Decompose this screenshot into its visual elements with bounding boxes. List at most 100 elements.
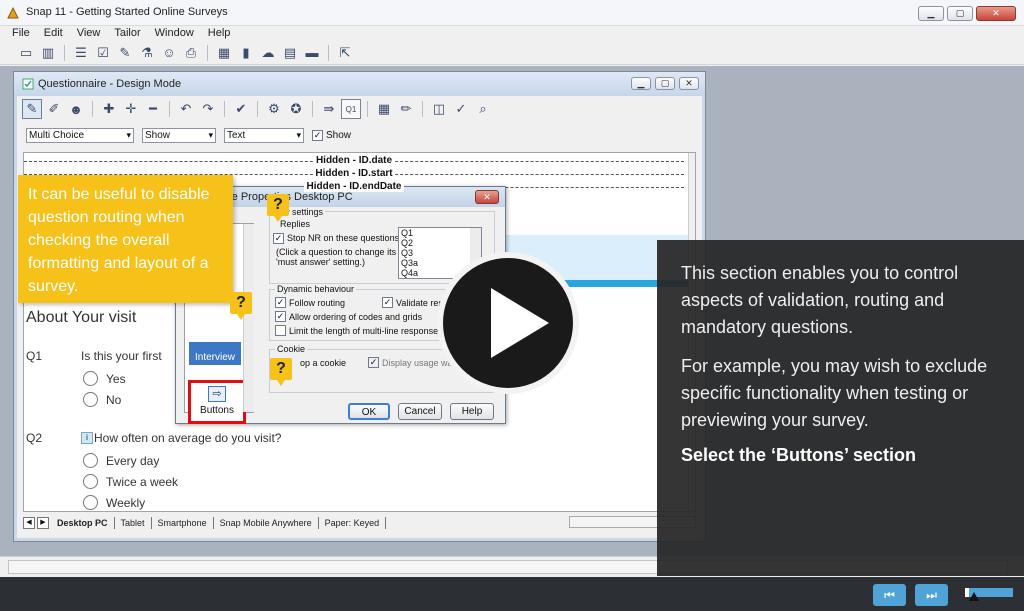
show-select[interactable]: Show <box>142 127 216 143</box>
play-button[interactable] <box>437 252 579 394</box>
narration-panel: This section enables you to control aspe… <box>657 240 1024 576</box>
follow-routing-checkbox[interactable]: ✓ <box>275 297 286 308</box>
routing-icon[interactable]: ⇛ <box>319 99 339 119</box>
spellcheck-icon[interactable]: ✓ <box>451 99 471 119</box>
questionnaire-icon <box>22 78 34 90</box>
open-folder-icon[interactable]: ▭ <box>16 43 36 63</box>
questionnaire-minimize-button[interactable]: ▁ <box>631 77 651 90</box>
category-interview[interactable]: Interview <box>189 342 241 365</box>
question-type-select[interactable]: Multi Choice <box>26 127 134 143</box>
questionnaire-maximize-button[interactable]: ▢ <box>655 77 675 90</box>
validate-responses-label: Validate res <box>396 298 443 308</box>
radio-option[interactable] <box>83 392 98 407</box>
maximize-button[interactable]: ▢ <box>947 6 973 21</box>
toolbar-separator <box>207 44 208 61</box>
style-icon[interactable]: ✪ <box>286 99 306 119</box>
hidden-variable-line[interactable]: Hidden - ID.date <box>24 155 684 167</box>
comment-icon[interactable]: ✎ <box>115 43 135 63</box>
preview-icon[interactable]: ◫ <box>429 99 449 119</box>
radio-option[interactable] <box>83 495 98 510</box>
text-select[interactable]: Text <box>224 127 304 143</box>
tab-smartphone[interactable]: Smartphone <box>152 517 214 529</box>
format-controls: Multi Choice Show Text ✓ Show <box>26 127 696 143</box>
export-icon[interactable]: ⇱ <box>335 43 355 63</box>
menu-file[interactable]: File <box>6 26 36 40</box>
menu-window[interactable]: Window <box>149 26 200 40</box>
highlighter-icon[interactable]: ✏ <box>396 99 416 119</box>
cancel-button[interactable]: Cancel <box>398 403 442 420</box>
ok-button[interactable]: OK <box>348 403 390 420</box>
radio-option[interactable] <box>83 474 98 489</box>
category-buttons[interactable]: ⇨ Buttons <box>188 380 246 424</box>
tab-paper-keyed[interactable]: Paper: Keyed <box>319 517 387 529</box>
print-icon[interactable]: ⎙ <box>181 43 201 63</box>
hotspot-question-icon[interactable]: ? <box>230 292 252 320</box>
lab-icon[interactable]: ⚗ <box>137 43 157 63</box>
library-icon[interactable]: ▥ <box>38 43 58 63</box>
question-text[interactable]: Is this your first <box>81 349 162 363</box>
progress-knob[interactable] <box>969 592 979 601</box>
hotspot-question-icon[interactable]: ? <box>270 358 292 386</box>
show-toggle[interactable]: ✓ Show <box>312 129 351 141</box>
tab-snap-mobile-anywhere[interactable]: Snap Mobile Anywhere <box>214 517 319 529</box>
list-item[interactable]: Q2 <box>401 238 481 248</box>
questionnaire-title-bar: Questionnaire - Design Mode ▁ ▢ ✕ <box>14 72 705 96</box>
insert-question-icon[interactable]: ✛ <box>121 99 141 119</box>
question-number-icon[interactable]: Q1 <box>341 99 361 119</box>
menu-help[interactable]: Help <box>202 26 237 40</box>
hotspot-question-icon[interactable]: ? <box>267 194 289 222</box>
next-slide-button[interactable]: ⏭ <box>915 584 948 606</box>
menu-view[interactable]: View <box>71 26 107 40</box>
properties-icon[interactable]: ⚙ <box>264 99 284 119</box>
undo-icon[interactable]: ↶ <box>176 99 196 119</box>
allow-ordering-checkbox[interactable]: ✓ <box>275 311 286 322</box>
checklist-icon[interactable]: ☑ <box>93 43 113 63</box>
question-info-icon[interactable]: i <box>81 432 93 444</box>
dynamic-behaviour-label: Dynamic behaviour <box>275 284 357 294</box>
radio-option[interactable] <box>83 371 98 386</box>
tab-desktop-pc[interactable]: Desktop PC <box>51 517 115 529</box>
radio-option[interactable] <box>83 453 98 468</box>
limit-length-checkbox[interactable] <box>275 325 286 336</box>
check-icon[interactable]: ✔ <box>231 99 251 119</box>
validate-responses-checkbox[interactable]: ✓ <box>382 297 393 308</box>
show-checkbox[interactable]: ✓ <box>312 129 323 141</box>
people-icon[interactable]: ☺ <box>159 43 179 63</box>
help-button[interactable]: Help <box>450 403 494 420</box>
previous-slide-button[interactable]: ⏮ <box>873 584 906 606</box>
option-label: Yes <box>106 372 126 386</box>
menu-tailor[interactable]: Tailor <box>108 26 146 40</box>
question-number: Q1 <box>26 349 43 363</box>
menu-edit[interactable]: Edit <box>38 26 69 40</box>
questionnaire-close-button[interactable]: ✕ <box>679 77 699 90</box>
dialog-close-button[interactable]: ✕ <box>475 190 499 204</box>
cloud-icon[interactable]: ☁ <box>258 43 278 63</box>
report-icon[interactable]: ▤ <box>280 43 300 63</box>
respondents-icon[interactable]: ☻ <box>66 99 86 119</box>
minimize-button[interactable]: ▁ <box>918 6 944 21</box>
question-text[interactable]: How often on average do you visit? <box>94 431 281 445</box>
paint-icon[interactable]: ✐ <box>44 99 64 119</box>
close-button[interactable]: ✕ <box>976 6 1016 21</box>
variables-icon[interactable]: ☰ <box>71 43 91 63</box>
table-icon[interactable]: ▦ <box>214 43 234 63</box>
search-icon[interactable]: ⌕ <box>473 99 493 119</box>
list-item[interactable]: Q3 <box>401 248 481 258</box>
grid-icon[interactable]: ▦ <box>374 99 394 119</box>
monitor-icon[interactable]: ▬ <box>302 43 322 63</box>
redo-icon[interactable]: ↷ <box>198 99 218 119</box>
section-heading[interactable]: About Your visit <box>26 309 136 327</box>
stop-nr-checkbox[interactable]: ✓ <box>273 233 284 244</box>
display-usage-checkbox[interactable]: ✓ <box>368 357 379 368</box>
remove-icon[interactable]: ━ <box>143 99 163 119</box>
toolbar-separator <box>224 101 225 117</box>
player-controls: ⏮ ⏭ <box>0 577 1024 611</box>
tab-prev-icon[interactable]: ◀ <box>23 517 35 529</box>
list-item[interactable]: Q1 <box>401 228 481 238</box>
design-mode-icon[interactable]: ✎ <box>22 99 42 119</box>
tab-next-icon[interactable]: ▶ <box>37 517 49 529</box>
tab-tablet[interactable]: Tablet <box>115 517 152 529</box>
add-question-icon[interactable]: ✚ <box>99 99 119 119</box>
stop-cookie-label[interactable]: op a cookie <box>300 358 346 368</box>
chart-icon[interactable]: ▮ <box>236 43 256 63</box>
